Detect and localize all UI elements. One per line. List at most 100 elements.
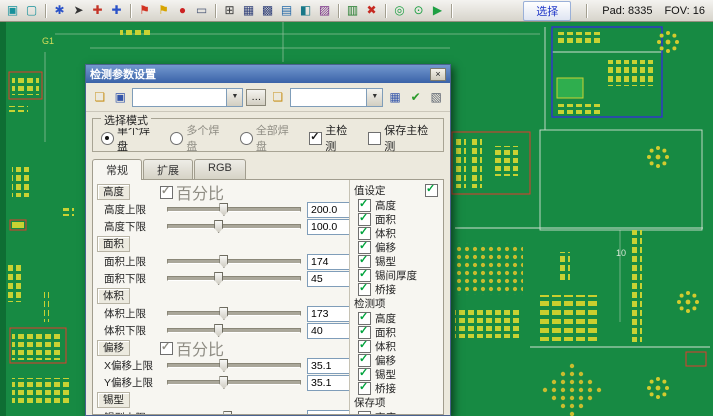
item-label: 面积 [375,212,396,227]
open-template-icon[interactable]: ❏ [91,89,109,106]
item-label: 高度 [375,410,396,415]
radio-multi-pad[interactable]: 多个焊盘 [170,122,226,154]
checkbox-icon [358,283,371,296]
percent-checkbox[interactable]: 百分比 [160,180,224,204]
pin-yellow-icon[interactable]: ⚑ [155,2,172,19]
chevron-down-icon[interactable]: ▼ [366,89,382,106]
slider[interactable] [167,363,301,368]
group-title: 选择模式 [101,112,151,128]
marker-icon[interactable]: ● [174,2,191,19]
run-icon[interactable]: ⊙ [410,2,427,19]
value-input[interactable] [307,306,349,322]
item-label: 偏移 [375,240,396,255]
save-template-icon[interactable]: ▣ [112,89,130,106]
param-label: 体积上限 [104,306,161,321]
tools-icon[interactable]: ✱ [51,2,68,19]
detect-items-group: 检测项 高度 面积 体积 偏移 锡型 桥接 [354,296,440,395]
apply-icon[interactable]: ✔ [407,89,425,106]
table-icon[interactable]: ▦ [240,2,257,19]
value-input[interactable] [307,271,349,287]
value-input[interactable] [307,219,349,235]
export-icon[interactable]: ▧ [427,89,445,106]
value-input[interactable] [307,202,349,218]
slider-thumb[interactable] [219,255,228,268]
delete-icon[interactable]: ✖ [363,2,380,19]
value-input[interactable] [307,410,349,415]
param-row: 面积下限 % [97,270,347,287]
open-library-icon[interactable]: ❏ [269,89,287,106]
cursor-icon[interactable]: ➤ [70,2,87,19]
value-set-all-checkbox[interactable] [425,184,438,197]
value-input[interactable] [307,375,349,391]
slider-thumb[interactable] [214,220,223,233]
template-combobox[interactable]: ▼ [132,88,243,107]
slider[interactable] [167,276,301,281]
split-view-icon[interactable]: ◧ [297,2,314,19]
options-panel: 值设定 高度 面积 体积 偏移 锡型 锡间厚度 桥接 检测项 高度 面积 体积 [349,180,443,414]
radio-label: 多个焊盘 [186,122,226,154]
toolbar-separator [451,4,452,18]
save-height[interactable]: 高度 [354,410,440,414]
close-button[interactable]: × [430,68,446,81]
slider[interactable] [167,224,301,229]
layers-icon[interactable]: ▤ [278,2,295,19]
tab-extended[interactable]: 扩展 [143,159,193,179]
section-offset: 偏移 百分比 X偏移上限 % Y偏移上限 [97,340,347,391]
slider-thumb[interactable] [219,307,228,320]
param-label: 面积下限 [104,271,161,286]
slider[interactable] [167,311,301,316]
value-input[interactable] [307,323,349,339]
detect-bridge[interactable]: 桥接 [354,381,440,395]
checkbox-label: 百分比 [176,336,224,360]
param-row: Y偏移上限 [97,374,347,391]
ruler-icon[interactable]: ▭ [193,2,210,19]
slider-thumb[interactable] [219,203,228,216]
slider[interactable] [167,380,301,385]
crosshair-icon[interactable]: ✚ [108,2,125,19]
section-solder-shape: 锡型 锡型上限 mm [97,392,347,414]
slider-thumb[interactable] [214,272,223,285]
item-label: 高度 [375,311,396,326]
percent-checkbox[interactable]: 百分比 [160,336,224,360]
checkbox-label: 百分比 [176,180,224,204]
slider[interactable] [167,259,301,264]
radio-all-pads[interactable]: 全部焊盘 [240,122,296,154]
pcb-ref-10: 10 [616,248,626,258]
slider[interactable] [167,328,301,333]
slider-thumb[interactable] [223,411,232,414]
slider[interactable] [167,207,301,212]
pad-count-label: Pad: 8335 [602,5,652,17]
pin-red-icon[interactable]: ⚑ [136,2,153,19]
top-toolbar-icons: ▣▢✱➤✚✚⚑⚑●▭⊞▦▩▤◧▨▥✖◎⊙▶ [4,2,455,19]
palette-icon[interactable]: ▨ [316,2,333,19]
value-set-bridge[interactable]: 桥接 [354,282,440,296]
toolbar-separator [130,4,131,18]
chart-icon[interactable]: ▥ [344,2,361,19]
toolbar-status-area: 选择 Pad: 8335 FOV: 16 [523,1,709,21]
move-icon[interactable]: ✚ [89,2,106,19]
table-view-icon[interactable]: ▦ [386,89,404,106]
slider-thumb[interactable] [219,376,228,389]
target-icon[interactable]: ◎ [391,2,408,19]
value-input[interactable] [307,358,349,374]
cells-icon[interactable]: ▩ [259,2,276,19]
camera-icon[interactable]: ▢ [23,2,40,19]
tab-general[interactable]: 常规 [92,159,142,180]
slider-thumb[interactable] [219,359,228,372]
dialog-titlebar[interactable]: 检测参数设置 × [86,65,450,83]
section-height: 高度 百分比 高度上限 % 高度下限 [97,184,347,235]
item-label: 桥接 [375,381,396,396]
select-mode-button[interactable]: 选择 [523,1,571,21]
library-combobox[interactable]: ▼ [290,88,384,107]
browse-button[interactable]: … [246,89,266,106]
param-row: 锡型上限 mm [97,409,347,414]
grid-icon[interactable]: ⊞ [221,2,238,19]
tab-rgb[interactable]: RGB [194,159,246,179]
save-main-detect-checkbox[interactable]: 保存主检测 [368,122,435,154]
toolbar-separator [586,4,587,18]
play-icon[interactable]: ▶ [429,2,446,19]
value-input[interactable] [307,254,349,270]
chevron-down-icon[interactable]: ▼ [226,89,242,106]
main-detect-checkbox[interactable]: 主检测 [309,122,355,154]
capture-icon[interactable]: ▣ [4,2,21,19]
